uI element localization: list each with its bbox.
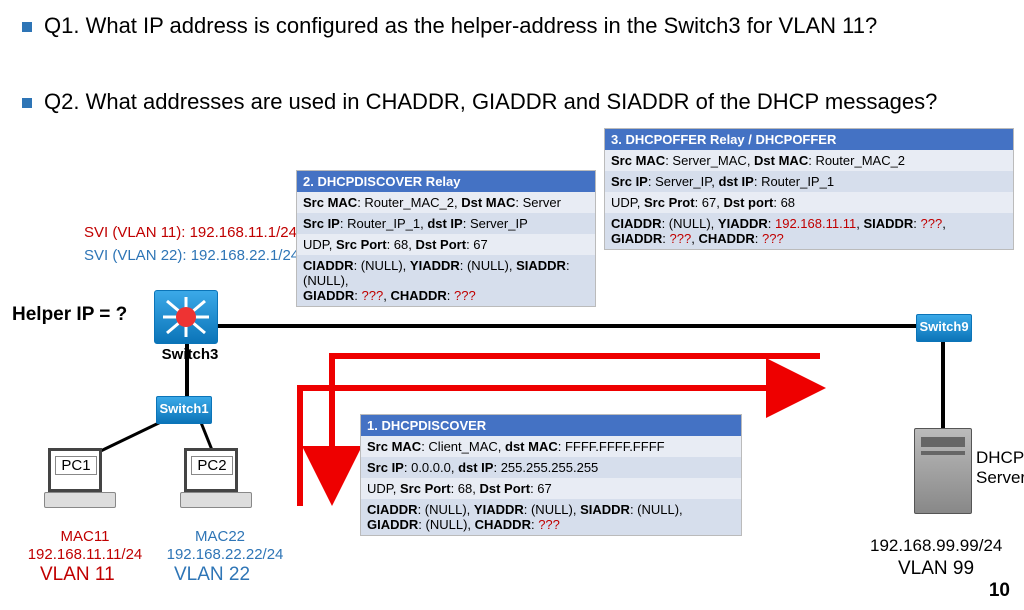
pc1-mac: MAC11 xyxy=(30,528,140,545)
box1-title: 1. DHCPDISCOVER xyxy=(361,415,741,436)
box-dhcpdiscover-relay: 2. DHCPDISCOVER Relay Src MAC: Router_MA… xyxy=(296,170,596,307)
pc1-ip: 192.168.11.11/24 xyxy=(10,546,160,563)
box2-title: 2. DHCPDISCOVER Relay xyxy=(297,171,595,192)
switch1-label: Switch1 xyxy=(159,401,208,416)
dhcp-server-label: DHCP Server xyxy=(976,448,1024,488)
server-icon xyxy=(914,428,972,514)
slide-number: 10 xyxy=(989,580,1010,602)
pc2-vlan: VLAN 22 xyxy=(174,564,250,586)
switch3-label: Switch3 xyxy=(155,346,225,363)
pc1-label: PC1 xyxy=(55,456,97,475)
switch3-icon xyxy=(154,290,218,344)
box-dhcpoffer-relay: 3. DHCPOFFER Relay / DHCPOFFER Src MAC: … xyxy=(604,128,1014,250)
slide: Q1. What IP address is configured as the… xyxy=(0,0,1024,610)
switch1-icon: Switch1 xyxy=(156,396,212,424)
pc2-label: PC2 xyxy=(191,456,233,475)
switch9-label: Switch9 xyxy=(919,319,968,334)
arrows-star-icon xyxy=(155,291,217,343)
server-vlan: VLAN 99 xyxy=(898,558,974,580)
pc1-vlan: VLAN 11 xyxy=(40,564,115,586)
switch9-icon: Switch9 xyxy=(916,314,972,342)
pc2-mac: MAC22 xyxy=(165,528,275,545)
box-dhcpdiscover: 1. DHCPDISCOVER Src MAC: Client_MAC, dst… xyxy=(360,414,742,536)
server-ip: 192.168.99.99/24 xyxy=(870,536,1002,556)
pc2-ip: 192.168.22.22/24 xyxy=(150,546,300,563)
box3-title: 3. DHCPOFFER Relay / DHCPOFFER xyxy=(605,129,1013,150)
